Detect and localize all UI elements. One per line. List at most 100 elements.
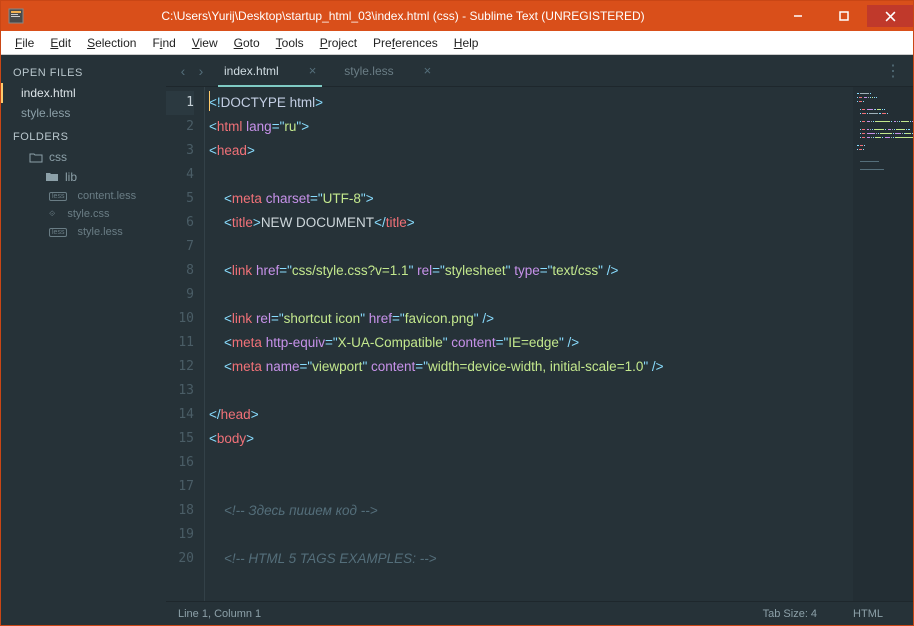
code-line: <body>: [209, 427, 853, 451]
code-line: <link href="css/style.css?v=1.1" rel="st…: [209, 259, 853, 283]
minimap-segment: [905, 133, 911, 134]
minimap-segment: [910, 121, 911, 122]
line-number: 5: [166, 187, 194, 211]
code-line: <link rel="shortcut icon" href="favicon.…: [209, 307, 853, 331]
minimap-segment: [894, 121, 896, 122]
folders-heading: FOLDERS: [1, 127, 166, 147]
minimap-segment: [862, 133, 865, 134]
open-file-item[interactable]: index.html: [1, 83, 166, 103]
editor[interactable]: 1234567891011121314151617181920 <!DOCTYP…: [166, 87, 913, 601]
menu-edit[interactable]: Edit: [42, 34, 79, 52]
tab-prev-icon[interactable]: ‹: [174, 63, 192, 79]
line-number: 10: [166, 307, 194, 331]
tab-label: style.less: [344, 64, 393, 78]
tab-style-less[interactable]: style.less ×: [330, 55, 445, 87]
tab-close-icon[interactable]: ×: [309, 63, 317, 78]
menu-project[interactable]: Project: [312, 34, 365, 52]
minimap-segment: [894, 129, 895, 130]
line-number: 18: [166, 499, 194, 523]
minimap-segment: [867, 113, 868, 114]
minimap-segment: [868, 97, 869, 98]
minimap-segment: [912, 133, 913, 134]
minimap-segment: [862, 121, 865, 122]
minimap-segment: [870, 97, 871, 98]
status-tabsize[interactable]: Tab Size: 4: [745, 608, 835, 620]
file-item[interactable]: ⟐style.css: [1, 205, 166, 223]
minimap-segment: [885, 137, 891, 138]
code-line: <meta name="viewport" content="width=dev…: [209, 355, 853, 379]
open-file-item[interactable]: style.less: [1, 103, 166, 123]
code-area[interactable]: <!DOCTYPE html><html lang="ru"><head> <m…: [204, 87, 853, 601]
folder-root[interactable]: css: [1, 147, 166, 167]
tab-close-icon[interactable]: ×: [424, 63, 432, 78]
code-line: <meta charset="UTF-8">: [209, 187, 853, 211]
file-item[interactable]: lesscontent.less: [1, 187, 166, 205]
line-number: 6: [166, 211, 194, 235]
tab-next-icon[interactable]: ›: [192, 63, 210, 79]
editor-area: ‹ › index.html×style.less× ⋮ 12345678910…: [166, 55, 913, 625]
menu-selection[interactable]: Selection: [79, 34, 144, 52]
tab-index-html[interactable]: index.html×: [210, 55, 330, 87]
code-line: <!DOCTYPE html>: [209, 91, 853, 115]
minimap-segment: [874, 97, 875, 98]
less-badge-icon: less: [49, 192, 67, 201]
minimap-segment: [892, 129, 893, 130]
line-number: 14: [166, 403, 194, 427]
minimap-segment: [893, 133, 894, 134]
code-line: <!-- HTML 5 TAGS EXAMPLES: -->: [209, 547, 853, 571]
minimap-segment: [884, 109, 885, 110]
menu-file[interactable]: File: [7, 34, 42, 52]
minimap-segment: [857, 149, 858, 150]
menu-view[interactable]: View: [184, 34, 226, 52]
minimap-segment: [879, 113, 881, 114]
folder-root-label: css: [49, 150, 67, 164]
minimap-segment: [873, 137, 874, 138]
maximize-button[interactable]: [821, 5, 867, 27]
minimap-segment: [874, 109, 875, 110]
minimap-segment: [893, 137, 894, 138]
file-item[interactable]: lessstyle.less: [1, 223, 166, 241]
less-badge-icon: less: [49, 228, 67, 237]
minimap-segment: [872, 97, 874, 98]
menu-help[interactable]: Help: [446, 34, 487, 52]
minimap-segment: [875, 137, 881, 138]
titlebar: C:\Users\Yurij\Desktop\startup_html_03\i…: [1, 1, 913, 31]
minimap-segment: [859, 101, 862, 102]
menu-tools[interactable]: Tools: [268, 34, 312, 52]
minimap-segment: [860, 145, 863, 146]
code-line: [209, 475, 853, 499]
statusbar: Line 1, Column 1 Tab Size: 4 HTML: [166, 601, 913, 625]
tab-overflow-icon[interactable]: ⋮: [885, 61, 901, 81]
line-number: 3: [166, 139, 194, 163]
minimap-segment: [876, 133, 877, 134]
minimap-segment: [860, 169, 884, 170]
minimap-segment: [860, 133, 861, 134]
minimap[interactable]: [853, 87, 913, 601]
line-number: 7: [166, 235, 194, 259]
minimap-segment: [860, 121, 861, 122]
menu-preferences[interactable]: Preferences: [365, 34, 446, 52]
code-line: <meta http-equiv="X-UA-Compatible" conte…: [209, 331, 853, 355]
status-syntax[interactable]: HTML: [835, 608, 901, 620]
css-badge-icon: ⟐: [49, 209, 55, 219]
menu-goto[interactable]: Goto: [226, 34, 268, 52]
minimap-segment: [870, 93, 871, 94]
line-number: 12: [166, 355, 194, 379]
minimap-segment: [863, 101, 864, 102]
folder-item[interactable]: lib: [1, 167, 166, 187]
minimap-segment: [888, 129, 891, 130]
menu-find[interactable]: Find: [144, 34, 183, 52]
status-position[interactable]: Line 1, Column 1: [178, 608, 261, 620]
app-icon: [1, 8, 31, 24]
minimap-segment: [895, 133, 901, 134]
minimap-segment: [908, 129, 910, 130]
close-button[interactable]: [867, 5, 913, 27]
code-line: <html lang="ru">: [209, 115, 853, 139]
minimap-segment: [860, 109, 861, 110]
minimap-segment: [887, 113, 888, 114]
minimize-button[interactable]: [775, 5, 821, 27]
minimap-segment: [875, 109, 876, 110]
line-number: 4: [166, 163, 194, 187]
line-number: 13: [166, 379, 194, 403]
line-number: 17: [166, 475, 194, 499]
